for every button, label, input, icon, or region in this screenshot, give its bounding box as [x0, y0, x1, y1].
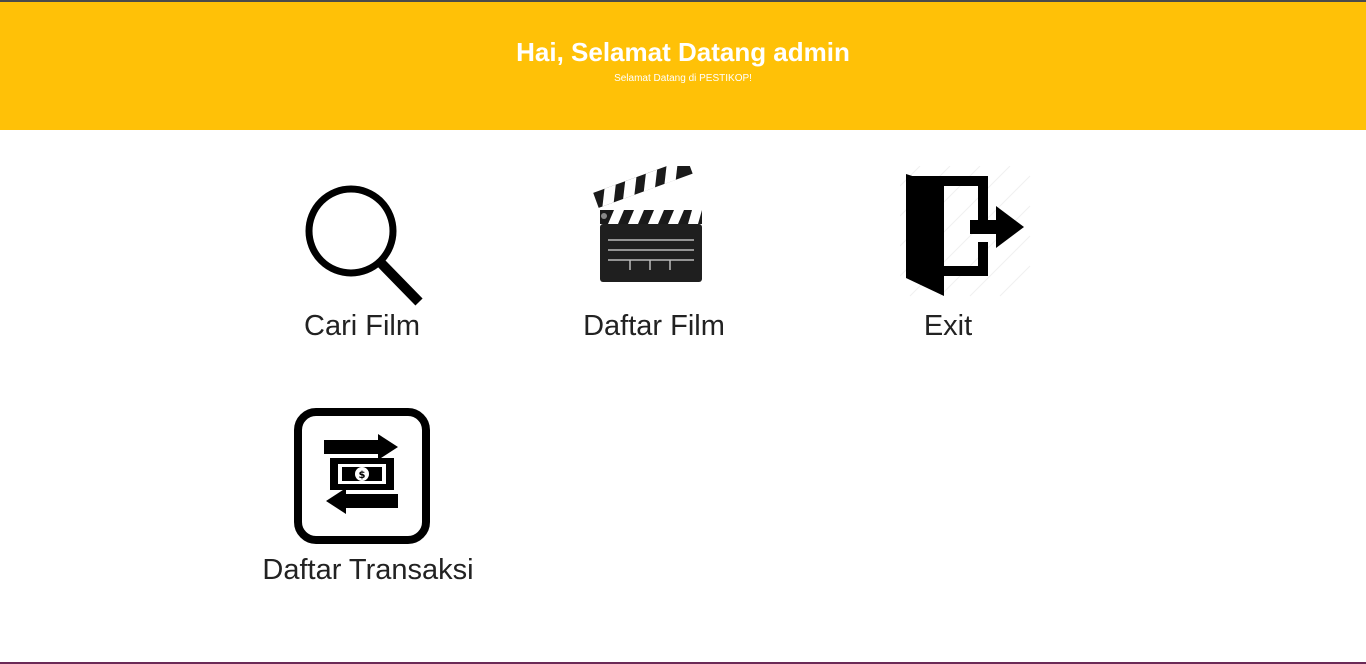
welcome-subtitle: Selamat Datang di PESTIKOP!: [614, 73, 752, 84]
svg-text:$: $: [359, 470, 366, 481]
welcome-header: Hai, Selamat Datang admin Selamat Datang…: [0, 2, 1366, 130]
exit-door-icon[interactable]: [900, 166, 1032, 298]
menu-item-cari-film[interactable]: Cari Film: [262, 164, 462, 354]
menu-item-label[interactable]: Daftar Transaksi: [248, 552, 488, 588]
money-transfer-icon[interactable]: $: [294, 408, 430, 544]
menu-item-daftar-film[interactable]: Daftar Film: [554, 164, 754, 354]
menu-item-daftar-transaksi[interactable]: $ Daftar Transaksi: [248, 404, 488, 594]
welcome-title: Hai, Selamat Datang admin: [516, 37, 850, 67]
app-page: Hai, Selamat Datang admin Selamat Datang…: [0, 0, 1366, 664]
clapperboard-icon[interactable]: [588, 166, 718, 296]
menu-item-label[interactable]: Daftar Film: [554, 308, 754, 344]
menu-item-label[interactable]: Exit: [848, 308, 1048, 344]
magnifier-icon[interactable]: [298, 178, 428, 312]
menu-item-label[interactable]: Cari Film: [262, 308, 462, 344]
menu-item-exit[interactable]: Exit: [848, 164, 1048, 354]
